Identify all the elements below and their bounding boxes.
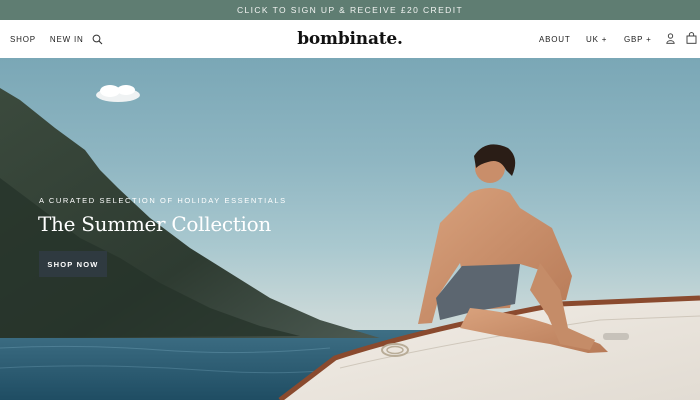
nav-about[interactable]: ABOUT bbox=[539, 35, 571, 44]
site-header: bombinate. SHOP NEW IN ABOUT UK + GBP + bbox=[0, 20, 700, 58]
currency-selector[interactable]: GBP + bbox=[624, 35, 652, 44]
hero-headline: The Summer Collection bbox=[38, 212, 271, 236]
search-icon[interactable] bbox=[92, 34, 103, 45]
country-selector[interactable]: UK + bbox=[586, 35, 607, 44]
nav-shop[interactable]: SHOP bbox=[10, 35, 36, 44]
hero-eyebrow: A CURATED SELECTION OF HOLIDAY ESSENTIAL… bbox=[39, 196, 287, 205]
shopping-bag-icon[interactable] bbox=[686, 32, 697, 44]
left-nav: SHOP NEW IN bbox=[10, 20, 103, 58]
promo-banner[interactable]: CLICK TO SIGN UP & RECEIVE £20 CREDIT bbox=[0, 0, 700, 20]
shop-now-button[interactable]: SHOP NOW bbox=[39, 251, 107, 277]
brand-logo[interactable]: bombinate. bbox=[297, 29, 403, 49]
nav-new-in[interactable]: NEW IN bbox=[50, 35, 84, 44]
promo-text[interactable]: CLICK TO SIGN UP & RECEIVE £20 CREDIT bbox=[237, 5, 463, 15]
hero-banner[interactable]: A CURATED SELECTION OF HOLIDAY ESSENTIAL… bbox=[0, 58, 700, 400]
user-icon[interactable] bbox=[666, 33, 675, 44]
